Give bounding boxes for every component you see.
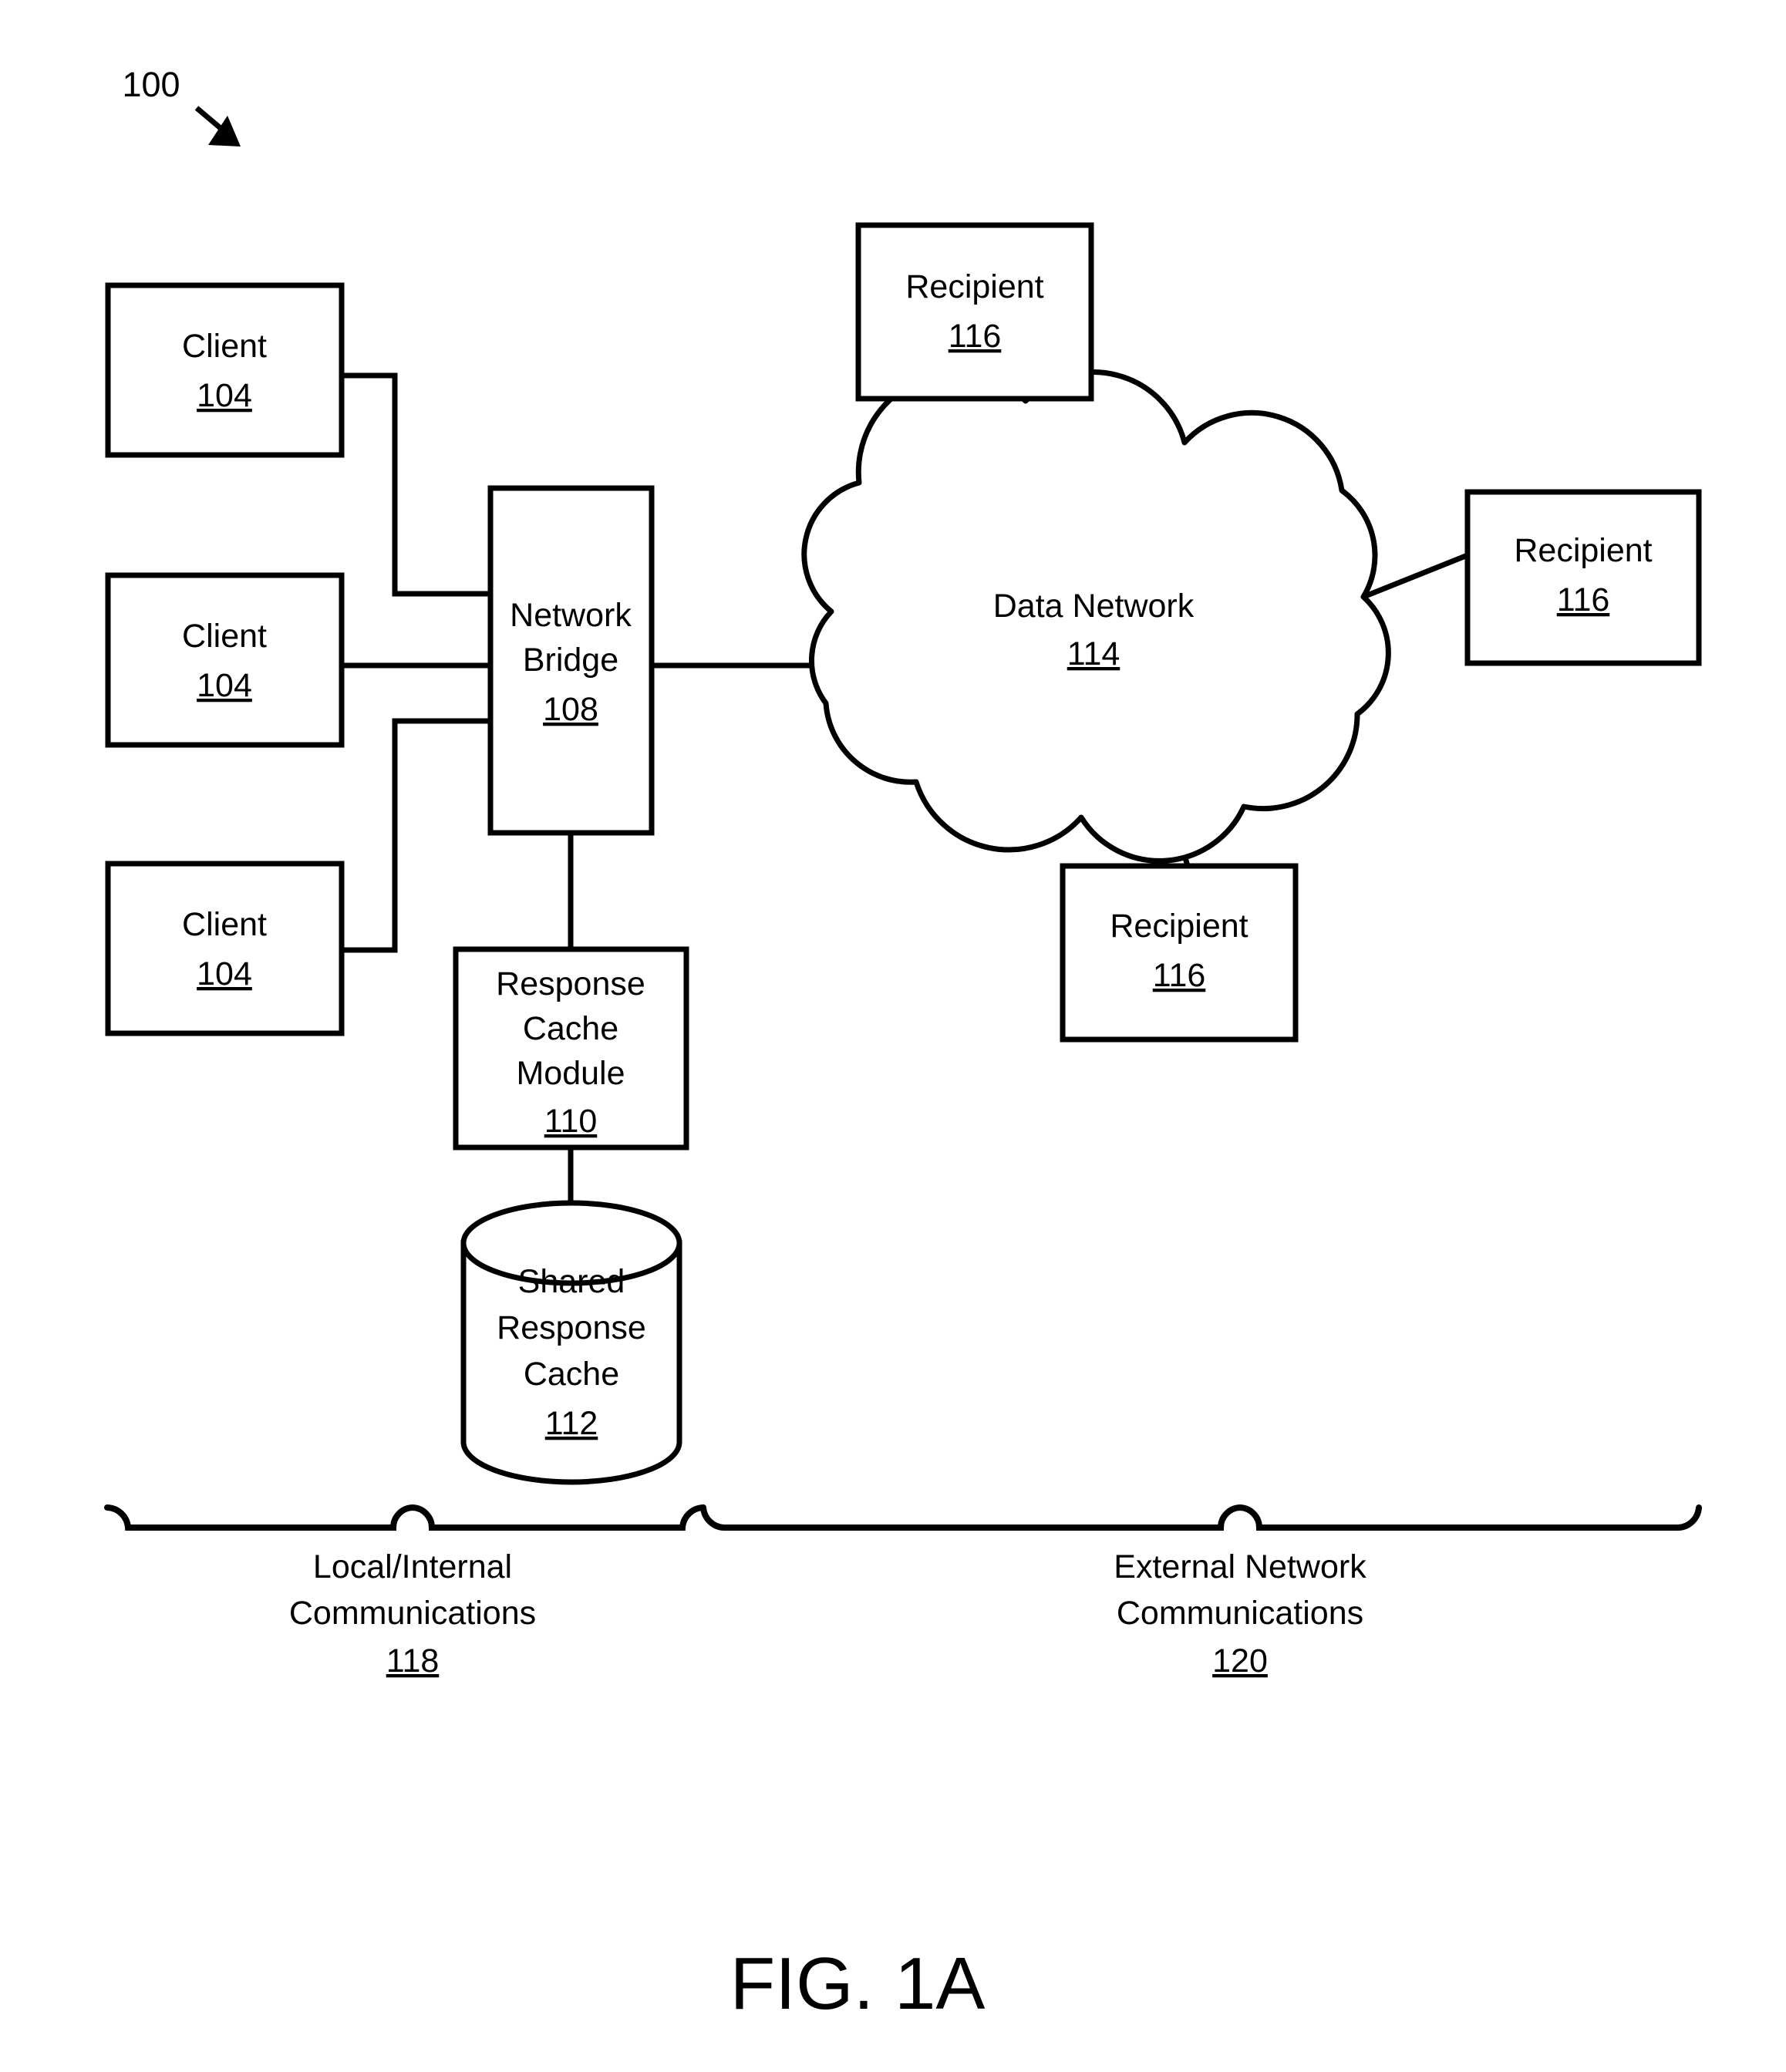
- node-shared-response-cache[interactable]: Shared Response Cache 112: [460, 1200, 682, 1485]
- node-client-3[interactable]: Client 104: [105, 861, 345, 1036]
- data-network-number: 114: [1067, 635, 1120, 672]
- response-cache-module-line3: Module: [516, 1055, 625, 1092]
- response-cache-module-number: 110: [544, 1103, 598, 1140]
- response-cache-module-line1: Response: [496, 965, 645, 1002]
- client-1-title: Client: [182, 328, 267, 365]
- node-network-bridge[interactable]: Network Bridge 108: [487, 485, 655, 836]
- figure-reference-numeral: 100: [122, 65, 180, 104]
- shared-response-cache-line2: Response: [497, 1309, 646, 1346]
- data-network-title: Data Network: [993, 588, 1195, 625]
- external-region-line1: External Network: [1114, 1548, 1366, 1585]
- node-client-2[interactable]: Client 104: [105, 572, 345, 748]
- connector-client1-to-bridge: [342, 372, 490, 597]
- local-region-number: 118: [386, 1642, 440, 1679]
- connector-data-network-to-recipient-right: [1362, 552, 1469, 600]
- client-1-number: 104: [197, 377, 252, 414]
- node-recipient-bottom[interactable]: Recipient 116: [1060, 863, 1299, 1043]
- shared-response-cache-number: 112: [545, 1405, 598, 1442]
- network-bridge-number: 108: [543, 691, 598, 728]
- recipient-top-number: 116: [949, 318, 1002, 355]
- recipient-right-number: 116: [1557, 581, 1610, 618]
- node-recipient-top[interactable]: Recipient 116: [855, 222, 1094, 402]
- response-cache-module-line2: Cache: [523, 1010, 618, 1047]
- figure-reference-arrow-icon: [194, 106, 241, 147]
- brace-local-internal: [104, 1504, 706, 1531]
- recipient-right-title: Recipient: [1514, 532, 1652, 569]
- client-2-title: Client: [182, 618, 267, 655]
- patent-figure-1a: 100 Client 104 Client 104 Client 104 Net…: [0, 0, 1786, 2072]
- recipient-top-title: Recipient: [905, 268, 1043, 305]
- node-data-network[interactable]: Data Network 114: [801, 369, 1391, 864]
- brace-external-network: [700, 1504, 1702, 1531]
- figure-caption: FIG. 1A: [730, 1942, 986, 2025]
- node-response-cache-module[interactable]: Response Cache Module 110: [453, 946, 689, 1151]
- client-2-number: 104: [197, 667, 252, 704]
- local-region-line2: Communications: [289, 1595, 536, 1632]
- node-client-1[interactable]: Client 104: [105, 282, 345, 458]
- figure-canvas: 100 Client 104 Client 104 Client 104 Net…: [104, 65, 1702, 2025]
- recipient-bottom-title: Recipient: [1110, 908, 1248, 945]
- shared-response-cache-line1: Shared: [518, 1263, 625, 1300]
- connector-client3-to-bridge: [342, 718, 490, 953]
- network-bridge-title-line2: Bridge: [523, 642, 618, 679]
- client-3-number: 104: [197, 955, 252, 992]
- external-region-line2: Communications: [1117, 1595, 1363, 1632]
- local-region-line1: Local/Internal: [313, 1548, 512, 1585]
- recipient-bottom-number: 116: [1153, 957, 1206, 994]
- external-region-number: 120: [1212, 1642, 1268, 1679]
- node-recipient-right[interactable]: Recipient 116: [1464, 489, 1702, 666]
- client-3-title: Client: [182, 906, 267, 943]
- shared-response-cache-line3: Cache: [524, 1356, 619, 1393]
- network-bridge-title-line1: Network: [510, 597, 632, 634]
